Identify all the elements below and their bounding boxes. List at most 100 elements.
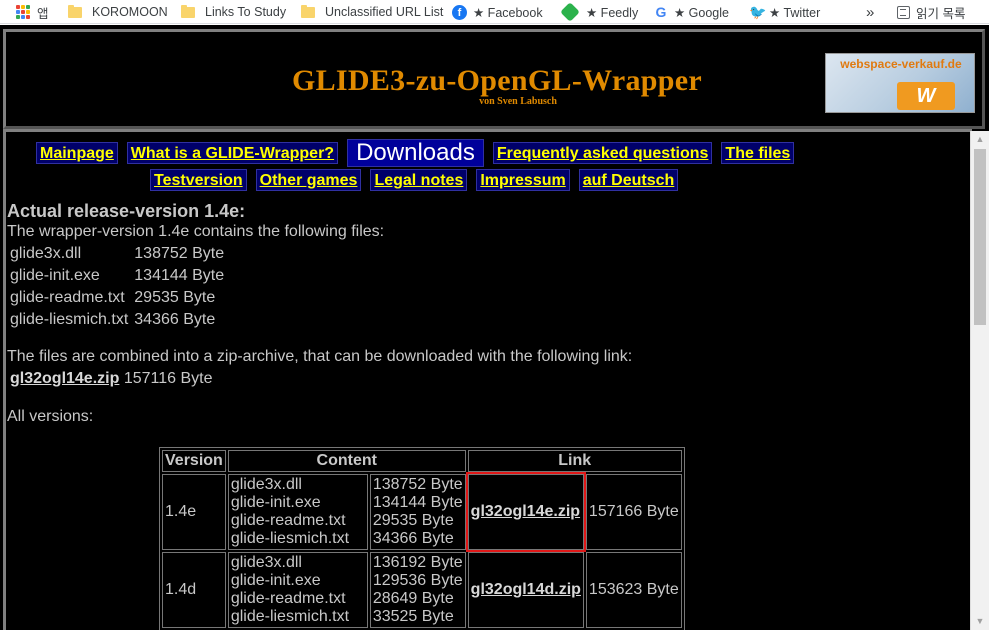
zip-size: 157116 Byte xyxy=(123,370,213,387)
apps-shortcut[interactable]: 앱 xyxy=(16,0,49,24)
file-name: glide-init.exe xyxy=(230,572,321,589)
file-size: 138752 Byte xyxy=(372,476,463,493)
release-intro: The wrapper-version 1.4e contains the fo… xyxy=(7,223,385,240)
nav-the-files[interactable]: The files xyxy=(721,142,795,164)
zip-download-line: gl32ogl14e.zip 157116 Byte xyxy=(10,370,213,388)
file-size: 29535 Byte xyxy=(134,289,216,306)
table-row: 1.4d glide3x.dll glide-init.exe glide-re… xyxy=(162,552,682,628)
header-version: Version xyxy=(162,450,226,472)
file-size: 28649 Byte xyxy=(372,590,454,607)
file-name: glide-liesmich.txt xyxy=(230,608,350,625)
scrollbar-thumb[interactable] xyxy=(974,149,986,325)
bookmark-google[interactable]: G ★ Google xyxy=(654,0,729,24)
file-size: 34366 Byte xyxy=(372,530,454,547)
version-cell: 1.4e xyxy=(162,474,226,550)
ad-logo-icon: W xyxy=(897,82,955,110)
chevron-double-right-icon: » xyxy=(866,3,875,21)
bookmark-label: ★ Google xyxy=(674,5,729,20)
bookmark-label: ★ Twitter xyxy=(769,5,821,20)
file-name: glide-readme.txt xyxy=(230,590,346,607)
release-heading: Actual release-version 1.4e: xyxy=(7,201,246,221)
file-size: 29535 Byte xyxy=(372,512,454,529)
feedly-icon xyxy=(560,2,580,22)
reading-list-icon xyxy=(897,5,910,19)
nav-auf-deutsch[interactable]: auf Deutsch xyxy=(578,169,679,191)
ad-text: webspace-verkauf.de xyxy=(840,57,962,71)
download-link-1-4e[interactable]: gl32ogl14e.zip xyxy=(471,503,580,520)
nav-row-primary: Mainpage What is a GLIDE-Wrapper? Downlo… xyxy=(36,139,803,167)
content-sizes-cell: 136192 Byte 129536 Byte 28649 Byte 33525… xyxy=(369,552,466,628)
site-header: GLIDE3-zu-OpenGL-Wrapper von Sven Labusc… xyxy=(3,29,985,129)
file-size: 134144 Byte xyxy=(134,267,225,284)
all-versions-label: All versions: xyxy=(7,408,94,425)
nav-mainpage[interactable]: Mainpage xyxy=(36,142,118,164)
nav-downloads-current[interactable]: Downloads xyxy=(347,139,484,167)
table-row: glide-readme.txt 29535 Byte xyxy=(7,287,227,309)
bookmark-label: Unclassified URL List xyxy=(325,5,444,19)
table-row: glide-init.exe 134144 Byte xyxy=(7,265,227,287)
download-link-cell: gl32ogl14d.zip xyxy=(467,552,584,628)
bookmarks-overflow-button[interactable]: » xyxy=(866,0,874,24)
bookmark-label: KOROMOON xyxy=(92,5,168,19)
bookmark-facebook[interactable]: f ★ Facebook xyxy=(452,0,543,24)
zip-download-link[interactable]: gl32ogl14e.zip xyxy=(10,370,119,387)
table-row: glide3x.dll 138752 Byte xyxy=(7,243,227,265)
vertical-scrollbar[interactable]: ▲ ▼ xyxy=(970,131,989,630)
file-name: glide-liesmich.txt xyxy=(10,311,129,328)
apps-grid-icon xyxy=(16,5,30,19)
download-link-cell: gl32ogl14e.zip xyxy=(465,472,586,552)
file-name: glide-init.exe xyxy=(10,267,100,284)
bookmark-twitter[interactable]: 🐦 ★ Twitter xyxy=(749,0,820,24)
file-size: 129536 Byte xyxy=(372,572,463,589)
content-files-cell: glide3x.dll glide-init.exe glide-readme.… xyxy=(227,474,368,550)
file-name: glide-init.exe xyxy=(230,494,321,511)
file-size: 34366 Byte xyxy=(134,311,216,328)
file-name: glide3x.dll xyxy=(230,476,302,493)
nav-legal-notes[interactable]: Legal notes xyxy=(370,169,468,191)
bookmark-label: ★ Facebook xyxy=(473,5,543,20)
nav-other-games[interactable]: Other games xyxy=(255,169,362,191)
facebook-icon: f xyxy=(452,4,467,20)
reading-list-button[interactable]: 읽기 목록 xyxy=(897,0,965,24)
bookmark-koromoon[interactable]: KOROMOON xyxy=(68,0,168,24)
release-files-table: glide3x.dll 138752 Byte glide-init.exe 1… xyxy=(7,243,227,331)
scroll-down-arrow-icon[interactable]: ▼ xyxy=(971,613,989,630)
twitter-icon: 🐦 xyxy=(749,3,767,20)
file-name: glide-readme.txt xyxy=(230,512,346,529)
table-row: glide-liesmich.txt 34366 Byte xyxy=(7,309,227,331)
link-size-cell: 157166 Byte xyxy=(585,474,682,550)
file-name: glide-readme.txt xyxy=(10,289,125,306)
bookmark-feedly[interactable]: ★ Feedly xyxy=(560,0,638,24)
nav-impressum[interactable]: Impressum xyxy=(476,169,570,191)
nav-faq[interactable]: Frequently asked questions xyxy=(492,142,713,164)
content-sizes-cell: 138752 Byte 134144 Byte 29535 Byte 34366… xyxy=(369,474,466,550)
header-content: Content xyxy=(227,450,466,472)
download-link-1-4d[interactable]: gl32ogl14d.zip xyxy=(471,581,581,598)
folder-icon xyxy=(181,4,195,18)
content-files-cell: glide3x.dll glide-init.exe glide-readme.… xyxy=(227,552,368,628)
apps-label: 앱 xyxy=(37,6,49,21)
advertisement-banner[interactable]: webspace-verkauf.de W xyxy=(825,53,975,113)
content-frame: Mainpage What is a GLIDE-Wrapper? Downlo… xyxy=(3,129,972,630)
versions-table: Version Content Link 1.4e glide3x.dll gl… xyxy=(159,447,685,630)
nav-testversion[interactable]: Testversion xyxy=(150,169,247,191)
bookmark-unclassified[interactable]: Unclassified URL List xyxy=(301,0,443,24)
file-name: glide-liesmich.txt xyxy=(230,530,350,547)
web-page: GLIDE3-zu-OpenGL-Wrapper von Sven Labusc… xyxy=(0,25,989,630)
zip-intro: The files are combined into a zip-archiv… xyxy=(7,348,633,365)
reading-list-label: 읽기 목록 xyxy=(916,6,966,21)
scroll-up-arrow-icon[interactable]: ▲ xyxy=(971,131,989,148)
table-row: 1.4e glide3x.dll glide-init.exe glide-re… xyxy=(162,472,682,552)
file-size: 134144 Byte xyxy=(372,494,463,511)
file-size: 138752 Byte xyxy=(134,245,225,262)
file-size: 33525 Byte xyxy=(372,608,454,625)
bookmark-links-to-study[interactable]: Links To Study xyxy=(181,0,286,24)
file-name: glide3x.dll xyxy=(10,245,82,262)
nav-what-is-glide-wrapper[interactable]: What is a GLIDE-Wrapper? xyxy=(126,142,339,164)
file-name: glide3x.dll xyxy=(230,554,302,571)
version-cell: 1.4d xyxy=(162,552,226,628)
folder-icon xyxy=(301,4,315,18)
google-icon: G xyxy=(655,4,667,20)
file-size: 136192 Byte xyxy=(372,554,463,571)
bookmark-label: Links To Study xyxy=(205,5,287,19)
